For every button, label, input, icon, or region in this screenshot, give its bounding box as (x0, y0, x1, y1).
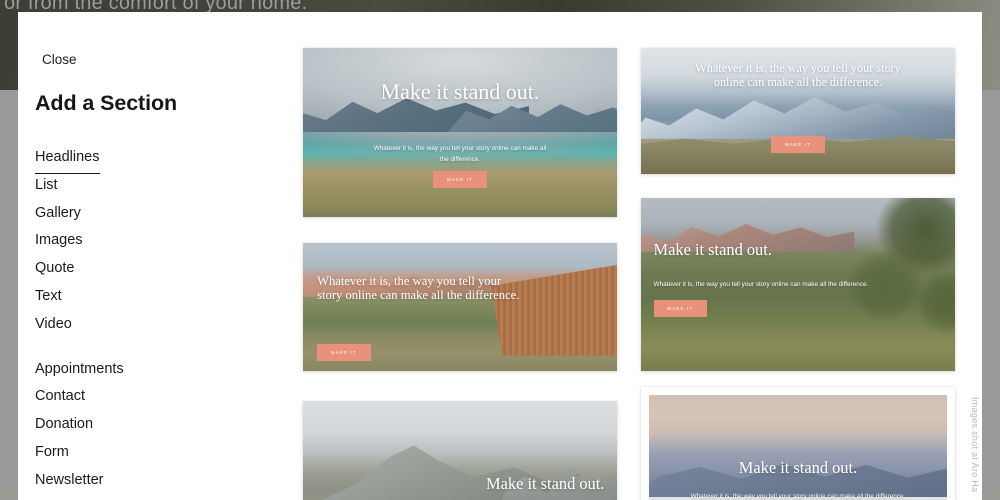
section-preview-card[interactable]: Make it stand out. Whatever it is, the w… (641, 387, 955, 500)
section-preview-card[interactable]: Make it stand out. Whatever it is, the w… (641, 198, 955, 371)
card-headline: Make it stand out. (380, 79, 540, 105)
nav-row: Appointments (35, 356, 245, 384)
nav-row: Text (35, 283, 245, 311)
sidebar-item-contact[interactable]: Contact (35, 383, 85, 411)
card-overlay: Make it stand out. Whatever it is, the w… (303, 48, 617, 217)
card-subtitle: Whatever it is, the way you tell your st… (690, 493, 906, 500)
sidebar-item-list[interactable]: List (35, 172, 58, 200)
nav-row: Headlines (35, 144, 245, 174)
card-subtitle: Whatever it is, the way you tell your st… (373, 144, 547, 163)
nav-row: Video (35, 311, 245, 339)
add-section-modal: Close Add a Section Headlines List Galle… (18, 12, 982, 500)
section-type-nav: Headlines List Gallery Images Quote Text… (35, 144, 245, 495)
nav-row: Images (35, 227, 245, 255)
sidebar-item-text[interactable]: Text (35, 283, 62, 311)
nav-row: Form (35, 439, 245, 467)
nav-row: Donation (35, 411, 245, 439)
sidebar-item-appointments[interactable]: Appointments (35, 356, 124, 384)
section-preview-card[interactable]: Make it stand out. Whatever it is, the w… (303, 48, 617, 217)
card-headline: Whatever it is, the way you tell your st… (695, 60, 901, 89)
nav-row: Quote (35, 255, 245, 283)
card-cta-button[interactable]: MAKE IT (317, 344, 371, 361)
nav-row: List (35, 172, 245, 200)
image-credit: Images shot at Aro Ha (970, 397, 980, 493)
card-overlay: Make it stand out. Whatever it is, the w… (303, 401, 617, 500)
sidebar-item-gallery[interactable]: Gallery (35, 200, 81, 228)
modal-sidebar: Close Add a Section Headlines List Galle… (18, 12, 268, 500)
nav-row: Newsletter (35, 467, 245, 495)
section-preview-card[interactable]: Make it stand out. Whatever it is, the w… (303, 401, 617, 500)
nav-row: Contact (35, 383, 245, 411)
sidebar-item-headlines[interactable]: Headlines (35, 144, 100, 174)
card-cta-button[interactable]: MAKE IT (771, 136, 825, 153)
card-overlay: Whatever it is, the way you tell your st… (303, 243, 617, 371)
card-headline: Make it stand out. (653, 240, 772, 260)
nav-divider (35, 339, 245, 356)
page-title: Add a Section (35, 91, 178, 115)
section-preview-card[interactable]: Whatever it is, the way you tell your st… (641, 48, 955, 174)
card-headline: Make it stand out. (738, 458, 858, 477)
section-preview-card[interactable]: Whatever it is, the way you tell your st… (303, 243, 617, 371)
section-preview-gallery: Make it stand out. Whatever it is, the w… (268, 12, 982, 500)
sidebar-item-quote[interactable]: Quote (35, 255, 75, 283)
close-button[interactable]: Close (36, 48, 83, 71)
card-headline: Whatever it is, the way you tell your st… (317, 273, 520, 302)
nav-row: Gallery (35, 200, 245, 228)
card-overlay: Make it stand out. Whatever it is, the w… (649, 395, 947, 500)
card-cta-button[interactable]: MAKE IT (653, 300, 707, 318)
sidebar-item-images[interactable]: Images (35, 227, 83, 255)
sidebar-item-video[interactable]: Video (35, 311, 72, 339)
sidebar-item-newsletter[interactable]: Newsletter (35, 467, 104, 495)
card-cta-button[interactable]: MAKE IT (433, 171, 487, 189)
sidebar-item-donation[interactable]: Donation (35, 411, 93, 439)
card-subtitle: Whatever it is, the way you tell your st… (653, 281, 869, 289)
sidebar-item-form[interactable]: Form (35, 439, 69, 467)
card-headline: Make it stand out. (486, 473, 605, 493)
card-overlay: Whatever it is, the way you tell your st… (641, 48, 955, 174)
card-overlay: Make it stand out. Whatever it is, the w… (641, 198, 955, 371)
